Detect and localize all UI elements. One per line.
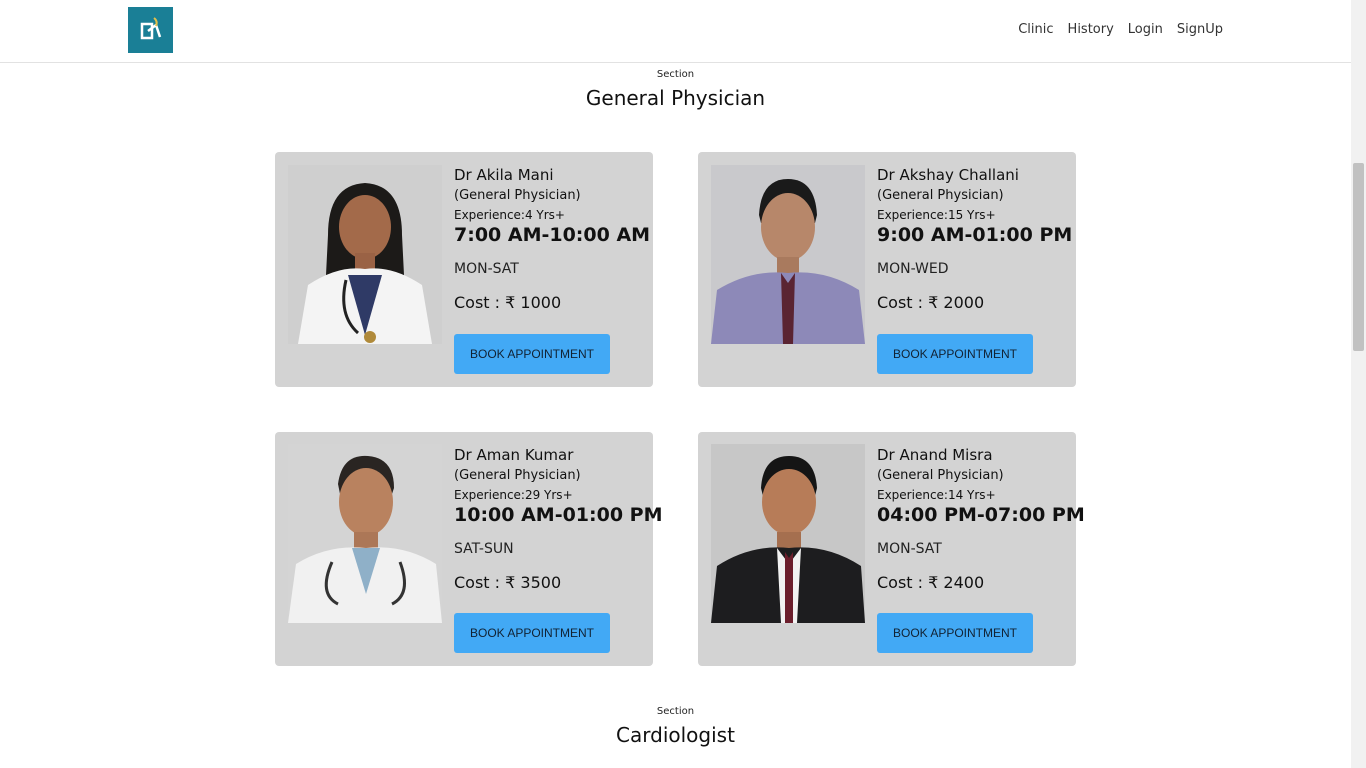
doctor-name: Dr Anand Misra (877, 446, 993, 464)
doctor-experience: Experience:4 Yrs+ (454, 208, 565, 222)
doctor-card: Dr Anand Misra (General Physician) Exper… (698, 432, 1085, 666)
doctor-timing: 9:00 AM-01:00 PM (877, 224, 1073, 246)
doctor-cost: Cost : ₹ 2400 (877, 573, 985, 592)
doctor-timing: 10:00 AM-01:00 PM (454, 504, 663, 526)
nav-link-login[interactable]: Login (1128, 22, 1163, 37)
nav-link-clinic[interactable]: Clinic (1018, 22, 1053, 37)
section-label: Section (656, 69, 695, 80)
book-appointment-button[interactable]: BOOK APPOINTMENT (454, 334, 610, 374)
doctor-photo (711, 165, 865, 344)
doctor-info: Dr Aman Kumar (General Physician) Experi… (454, 446, 663, 593)
doctor-cost: Cost : ₹ 2000 (877, 293, 985, 312)
nav-link-signup[interactable]: SignUp (1177, 22, 1223, 37)
doctor-card: Dr Akila Mani (General Physician) Experi… (275, 152, 653, 387)
doctor-days: SAT-SUN (454, 541, 514, 557)
doctor-card: Dr Akshay Challani (General Physician) E… (698, 152, 1076, 387)
doctor-photo (288, 444, 442, 623)
doctor-info: Dr Akila Mani (General Physician) Experi… (454, 166, 651, 313)
doctor-timing: 7:00 AM-10:00 AM (454, 224, 651, 246)
doctor-info: Dr Akshay Challani (General Physician) E… (877, 166, 1073, 313)
doctor-name: Dr Akshay Challani (877, 166, 1019, 184)
doctor-experience: Experience:15 Yrs+ (877, 208, 996, 222)
nav-links: Clinic History Login SignUp (1018, 22, 1223, 37)
section-title: Cardiologist (616, 723, 735, 747)
book-appointment-button[interactable]: BOOK APPOINTMENT (454, 613, 610, 653)
logo[interactable] (128, 7, 173, 53)
section-title: General Physician (585, 86, 766, 110)
doctor-photo (288, 165, 442, 344)
doctor-specialty: (General Physician) (877, 468, 1004, 483)
doctor-experience: Experience:29 Yrs+ (454, 488, 573, 502)
doctor-days: MON-WED (877, 261, 949, 277)
doctor-experience: Experience:14 Yrs+ (877, 488, 996, 502)
doctor-cost: Cost : ₹ 1000 (454, 293, 562, 312)
book-appointment-button[interactable]: BOOK APPOINTMENT (877, 334, 1033, 374)
doctor-specialty: (General Physician) (454, 188, 581, 203)
clinic-logo-icon (140, 17, 161, 40)
page-scrollbar[interactable] (1351, 0, 1366, 768)
doctor-days: MON-SAT (454, 261, 519, 277)
doctor-specialty: (General Physician) (454, 468, 581, 483)
nav-link-history[interactable]: History (1068, 22, 1114, 37)
doctor-specialty: (General Physician) (877, 188, 1004, 203)
scrollbar-thumb[interactable] (1353, 163, 1364, 351)
doctor-cost: Cost : ₹ 3500 (454, 573, 562, 592)
doctor-timing: 04:00 PM-07:00 PM (877, 504, 1085, 526)
doctor-card: Dr Aman Kumar (General Physician) Experi… (275, 432, 663, 666)
doctor-photo (711, 444, 865, 623)
navbar: Clinic History Login SignUp (0, 0, 1351, 63)
doctor-info: Dr Anand Misra (General Physician) Exper… (877, 446, 1085, 593)
doctor-days: MON-SAT (877, 541, 942, 557)
doctor-name: Dr Akila Mani (454, 166, 554, 184)
doctor-name: Dr Aman Kumar (454, 446, 574, 464)
book-appointment-button[interactable]: BOOK APPOINTMENT (877, 613, 1033, 653)
section-label: Section (656, 706, 695, 717)
